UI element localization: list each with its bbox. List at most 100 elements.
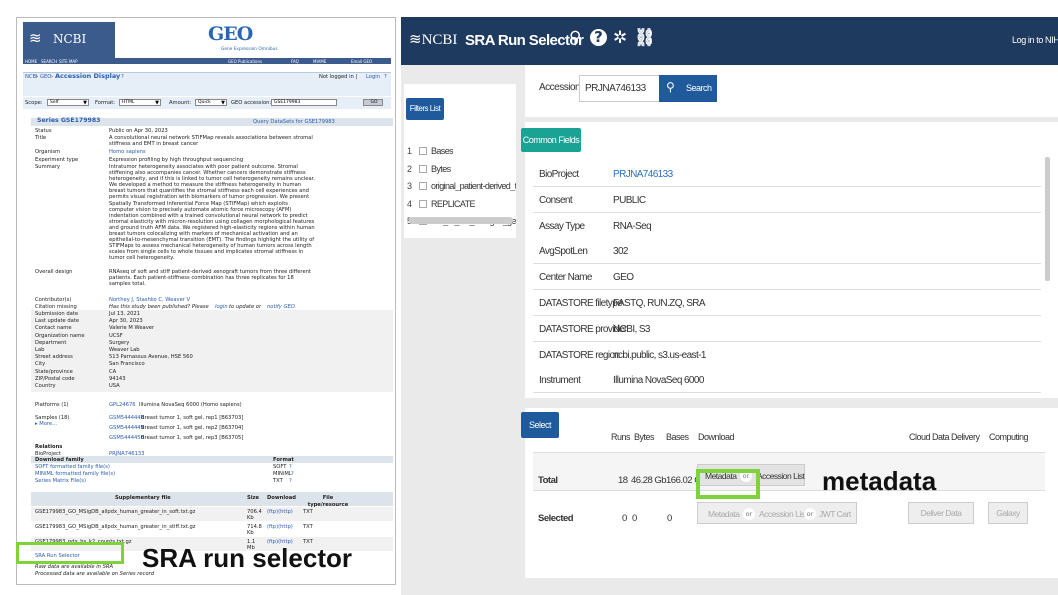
geo-banner: ≋ NCBI HOME SEARCH SITE MAP GEO Publicat… [23,22,391,66]
help-icon[interactable]: ? [590,29,607,46]
filter-checkbox[interactable] [419,182,427,190]
geo-logo[interactable]: GEO [208,23,253,45]
search-button[interactable]: ⚲ Search [659,75,717,102]
galaxy-button[interactable]: Galaxy [988,502,1028,524]
more-samples-link[interactable]: ▸ More... [35,421,57,428]
breadcrumb-bar: NCBI › GEO › Accession Display ? Not log… [23,72,391,96]
info-key: Department [35,339,67,346]
scope-select[interactable]: Self ▼ [47,99,89,106]
supp-download-link[interactable]: (ftp)(http) [267,509,293,516]
sample-link[interactable]: GSM5444449 [109,425,144,432]
common-fields-button[interactable]: Common Fields [521,128,581,152]
family-file-link[interactable]: Series Matrix File(s) [35,478,86,485]
gear-icon[interactable]: ✲ [613,28,627,48]
common-field-value: PUBLIC [613,194,646,206]
col-computing: Computing [989,432,1029,442]
filter-number: 2 [407,163,413,174]
help-icon[interactable]: ? [289,464,292,471]
amount-select[interactable]: Quick ▼ [195,99,227,106]
supp-file-name: GSE179983_GO_MSigDB_allpdx_human_greater… [35,509,196,515]
family-file-link[interactable]: MINiML formatted family file(s) [35,471,115,478]
breadcrumb-geo[interactable]: GEO [40,74,51,81]
sra-header: ≋NCBI SRA Run Selector ⚲ ? ✲ ⛓ Log in to… [401,17,1058,65]
go-button[interactable]: GO [363,99,383,106]
jwt-cart-button[interactable]: JWT Cart [819,509,851,519]
app-title[interactable]: SRA Run Selector [465,32,584,49]
help-icon[interactable]: ? [121,74,124,81]
filters-list-button[interactable]: Filters List [406,98,444,120]
help-icon[interactable]: ? [289,478,292,485]
nav-home[interactable]: HOME [25,59,37,64]
scope-label: Scope: [25,100,43,106]
nav-search[interactable]: SEARCH [41,59,57,64]
metadata-annotation: metadata [822,466,937,496]
bioproject-link[interactable]: PRJNA746133 [613,169,673,180]
table-row: Instrument Illumina NovaSeq 6000 [533,367,1041,394]
sample-link[interactable]: GSM5444448 [109,415,144,422]
or-separator: or [804,508,816,520]
selected-metadata-button[interactable]: Metadata [708,509,740,519]
selected-accession-list-button[interactable]: Accession List [759,509,807,519]
login-link[interactable]: Login [366,74,380,81]
platform-link[interactable]: GPL24676 [109,402,136,409]
info-key: Contact name [35,325,72,332]
filter-checkbox[interactable] [419,147,427,155]
filter-label[interactable]: Bases [431,146,453,156]
processed-data-note: Processed data are available on Series r… [35,571,155,577]
supp-file-heading: Supplementary file [115,495,171,501]
family-format: TXT [273,478,283,484]
design-line: samples total. [109,281,146,288]
format-heading: Format [273,457,294,463]
family-file-link[interactable]: SOFT formatted family file(s) [35,464,110,471]
field-value: stiffness and EMT in breast cancer [109,141,199,147]
login-help-icon[interactable]: ? [384,74,387,81]
table-row: DATASTORE provider NCBI, S3 [533,315,1041,342]
filter-number: 1 [407,146,413,156]
geo-nav-strip: HOME SEARCH SITE MAP GEO Publications FA… [23,58,391,64]
contributors-link[interactable]: Northey J, Stashko C, Weaver V [109,297,190,304]
nav-email[interactable]: Email GEO [351,59,372,64]
nav-miame[interactable]: MIAME [313,59,326,64]
common-field-key: DATASTORE filetype [539,298,623,309]
nav-faq[interactable]: FAQ [291,59,299,64]
info-key: Street address [35,354,73,361]
search-icon[interactable]: ⚲ [569,28,581,48]
geo-accession-input[interactable]: GSE179983 [271,99,337,106]
platform-desc: Illumina NovaSeq 6000 (Homo sapiens) [139,402,242,408]
total-accession-list-button[interactable]: Accession List [757,471,805,481]
filter-checkbox[interactable] [419,199,427,208]
link-icon[interactable]: ⛓ [634,28,656,48]
login-link[interactable]: Log in to NIH [1012,35,1058,45]
info-key: City [35,361,46,368]
filter-checkbox[interactable] [419,164,427,173]
ncbi-logo[interactable]: ≋ NCBI [23,22,115,58]
sample-desc: Breast tumor 1, soft gel, rep2 [B63704] [141,425,244,431]
sample-link[interactable]: GSM5444450 [109,435,144,442]
nav-publications[interactable]: GEO Publications [228,59,262,64]
filter-label[interactable]: Bytes [431,164,451,174]
common-field-key: DATASTORE region [539,349,620,361]
raw-data-note: Raw data are available in SRA [35,564,114,570]
vertical-scrollbar[interactable] [1045,157,1050,281]
chevron-down-icon: ▼ [221,100,225,106]
horizontal-scrollbar[interactable] [409,217,513,224]
accession-input[interactable]: PRJNA746133 [579,75,661,102]
query-datasets-link[interactable]: Query DataSets for GSE179983 [253,119,335,126]
organism-link[interactable]: Homo sapiens [109,149,146,156]
geo-accession-panel: ≋ NCBI HOME SEARCH SITE MAP GEO Publicat… [16,17,396,585]
help-icon[interactable]: ? [291,471,294,478]
ncbi-logo[interactable]: ≋NCBI [409,30,457,49]
table-row: DATASTORE region ncbi.public, s3.us-east-… [533,341,1041,368]
table-row: Center Name GEO [533,264,1041,291]
table-row: BioProject PRJNA746133 [533,161,1041,187]
format-label: Format: [95,100,116,106]
format-select[interactable]: HTML ▼ [119,99,161,106]
supp-download-link[interactable]: (ftp)(http) [267,524,293,531]
select-button[interactable]: Select [521,412,559,438]
deliver-data-button[interactable]: Deliver Data [908,502,974,524]
filter-label[interactable]: original_patient-derived_tumc [431,181,516,191]
common-field-value: ncbi.public, s3.us-east-1 [613,349,706,361]
filter-label[interactable]: REPLICATE [431,199,475,209]
info-key: ZIP/Postal code [35,375,75,382]
nav-sitemap[interactable]: SITE MAP [59,59,78,64]
